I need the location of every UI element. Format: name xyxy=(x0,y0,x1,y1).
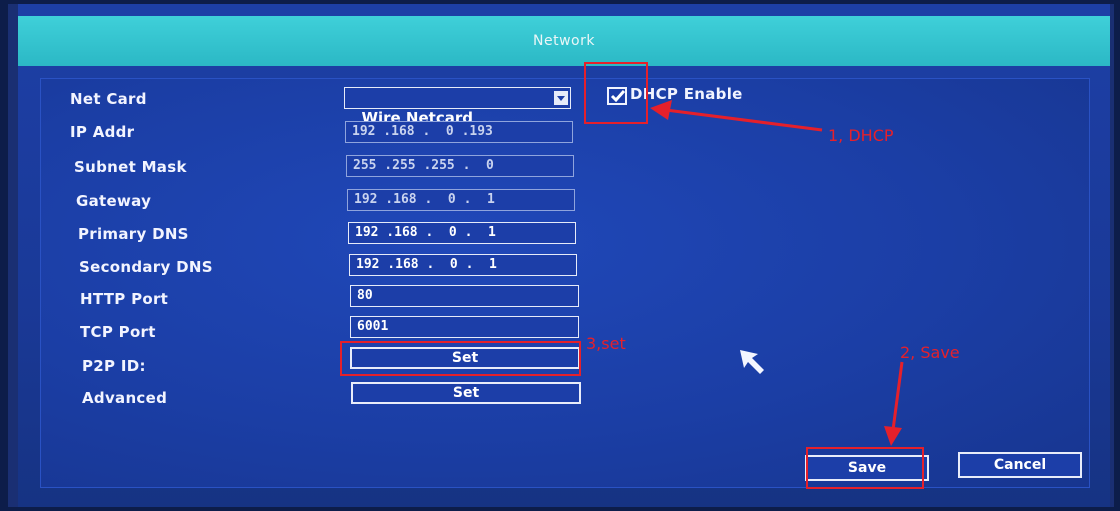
save-arrow-icon xyxy=(884,361,904,446)
dhcp-arrow-icon xyxy=(650,100,823,132)
annotation-arrows xyxy=(650,100,904,446)
